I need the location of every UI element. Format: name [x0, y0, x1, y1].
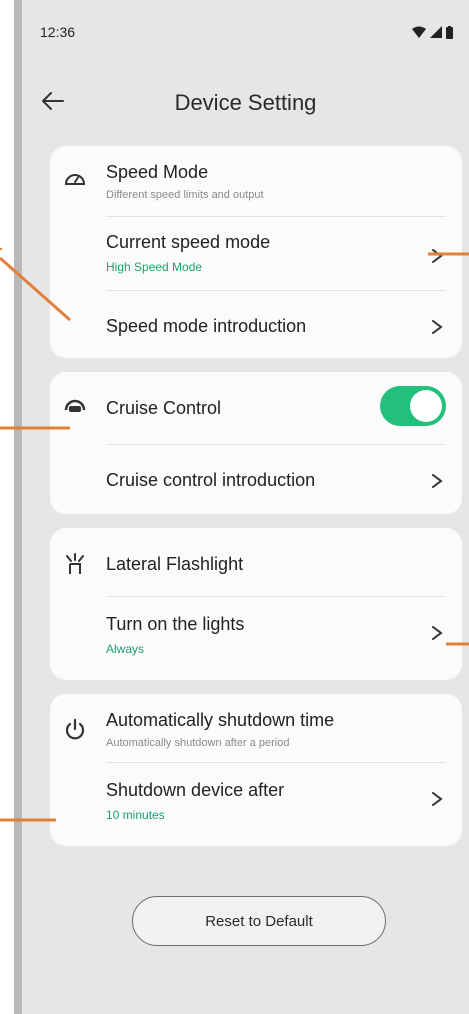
- divider: [106, 596, 446, 597]
- shutdown-after-label: Shutdown device after: [106, 780, 285, 800]
- shutdown-after-value: 10 minutes: [106, 808, 165, 822]
- speed-mode-intro-row[interactable]: Speed mode introduction: [106, 316, 446, 337]
- lateral-flashlight-card: Lateral Flashlight Turn on the lights Al…: [50, 528, 462, 680]
- current-speed-mode-value: High Speed Mode: [106, 260, 203, 274]
- auto-shutdown-header: Automatically shutdown time Automaticall…: [106, 710, 446, 749]
- status-time: 12:36: [40, 24, 76, 40]
- cruise-control-intro-label: Cruise control introduction: [106, 470, 316, 490]
- auto-shutdown-subtitle: Automatically shutdown after a period: [106, 737, 290, 749]
- status-bar: 12:36: [40, 20, 453, 44]
- current-speed-mode-row[interactable]: Current speed mode High Speed Mode: [106, 232, 446, 282]
- speed-mode-subtitle: Different speed limits and output: [106, 189, 264, 201]
- speed-mode-header: Speed Mode Different speed limits and ou…: [106, 162, 446, 201]
- wifi-icon: [412, 26, 426, 38]
- page-title: Device Setting: [174, 90, 317, 115]
- cruise-control-intro-row[interactable]: Cruise control introduction: [106, 470, 446, 491]
- divider: [106, 290, 446, 291]
- turn-on-lights-value: Always: [106, 642, 145, 656]
- chevron-right-icon[interactable]: [430, 792, 444, 806]
- divider: [106, 762, 446, 763]
- toggle-knob: [410, 390, 442, 422]
- cruise-control-toggle[interactable]: [380, 386, 446, 426]
- turn-on-lights-label: Turn on the lights: [106, 614, 245, 634]
- signal-icon: [430, 26, 442, 38]
- turn-on-lights-row[interactable]: Turn on the lights Always: [106, 614, 446, 664]
- divider: [106, 216, 446, 217]
- auto-shutdown-card: Automatically shutdown time Automaticall…: [50, 694, 462, 846]
- power-icon: [65, 718, 85, 740]
- lateral-flashlight-title: Lateral Flashlight: [106, 554, 244, 574]
- reset-to-default-button[interactable]: Reset to Default: [132, 896, 386, 946]
- lateral-flashlight-header: Lateral Flashlight: [106, 554, 446, 575]
- annotation-line: [0, 248, 2, 250]
- speed-mode-intro-label: Speed mode introduction: [106, 316, 307, 336]
- cruise-control-icon: [64, 399, 86, 412]
- top-bar: Device Setting: [22, 76, 469, 126]
- chevron-right-icon[interactable]: [430, 474, 444, 488]
- light-icon: [66, 553, 84, 574]
- phone-screen: 12:36 Device Setting Speed Mode Differen…: [14, 0, 469, 1014]
- auto-shutdown-title: Automatically shutdown time: [106, 710, 335, 730]
- speed-mode-card: Speed Mode Different speed limits and ou…: [50, 146, 462, 358]
- battery-icon: [446, 25, 453, 39]
- cruise-control-card: Cruise Control Cruise control introducti…: [50, 372, 462, 514]
- speedometer-icon: [64, 174, 86, 185]
- shutdown-after-row[interactable]: Shutdown device after 10 minutes: [106, 780, 446, 830]
- speed-mode-title: Speed Mode: [106, 162, 209, 182]
- chevron-right-icon[interactable]: [430, 626, 444, 640]
- status-icons: [412, 25, 453, 39]
- chevron-right-icon[interactable]: [430, 249, 444, 263]
- divider: [106, 444, 446, 445]
- chevron-right-icon[interactable]: [430, 320, 444, 334]
- current-speed-mode-label: Current speed mode: [106, 232, 271, 252]
